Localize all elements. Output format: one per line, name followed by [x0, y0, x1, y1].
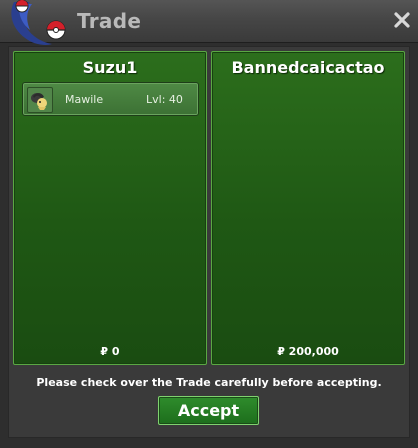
accept-button[interactable]: Accept	[158, 396, 259, 425]
pokeball-logo-icon	[6, 0, 70, 48]
pokemon-name: Mawile	[65, 93, 104, 106]
trade-notice: Please check over the Trade carefully be…	[36, 376, 382, 389]
right-money-offer: ₽ 200,000	[277, 345, 339, 358]
my-offer-panel: Suzu1 Mawile Lvl: 40 ₽ 0	[13, 51, 207, 365]
partner-offer-panel: Bannedcaicactao ₽ 200,000	[211, 51, 405, 365]
trade-window: Trade Suzu1 Mawile Lvl: 40 ₽ 0 Bannedcai…	[0, 0, 418, 448]
right-player-name: Bannedcaicactao	[231, 58, 385, 77]
trade-item-slot[interactable]: Mawile Lvl: 40	[22, 82, 199, 116]
left-money-offer: ₽ 0	[100, 345, 120, 358]
pokemon-level: Lvl: 40	[146, 93, 183, 106]
window-title: Trade	[77, 9, 142, 33]
mawile-sprite-icon	[27, 87, 53, 113]
left-player-name: Suzu1	[82, 58, 138, 77]
close-icon[interactable]	[393, 11, 411, 29]
